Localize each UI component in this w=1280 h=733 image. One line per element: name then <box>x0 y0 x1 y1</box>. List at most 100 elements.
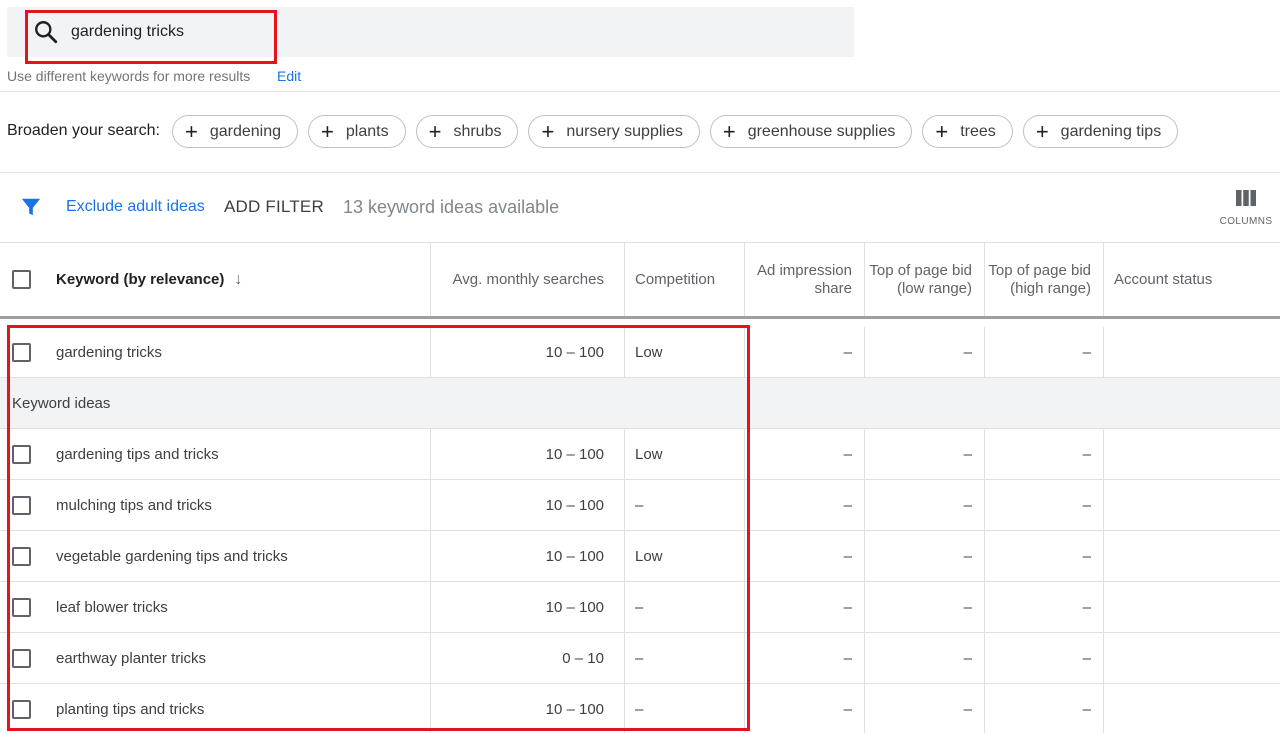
avg-searches-cell: 10 – 100 <box>431 582 625 632</box>
row-checkbox[interactable] <box>12 444 31 464</box>
columns-label: COLUMNS <box>1219 216 1273 227</box>
header-account-status[interactable]: Account status <box>1104 243 1280 316</box>
ad-share-cell: – <box>745 582 865 632</box>
bid-high-cell: – <box>985 327 1104 377</box>
plus-icon: + <box>722 118 736 144</box>
chip-plants[interactable]: + plants <box>308 115 406 148</box>
bid-low-cell: – <box>865 327 985 377</box>
ad-share-cell: – <box>745 531 865 581</box>
avg-searches-cell: 10 – 100 <box>431 327 625 377</box>
account-status-cell <box>1104 633 1280 683</box>
competition-cell: – <box>625 582 745 632</box>
chip-label: greenhouse supplies <box>747 122 896 140</box>
competition-cell: Low <box>625 429 745 479</box>
account-status-cell <box>1104 480 1280 530</box>
keyword-text: mulching tips and tricks <box>56 496 212 514</box>
plus-icon: + <box>1035 118 1049 144</box>
bid-low-cell: – <box>865 429 985 479</box>
divider <box>0 91 1280 92</box>
bid-high-cell: – <box>985 633 1104 683</box>
avg-searches-cell: 0 – 10 <box>431 633 625 683</box>
plus-icon: + <box>428 118 442 144</box>
bid-high-cell: – <box>985 531 1104 581</box>
bid-low-cell: – <box>865 633 985 683</box>
edit-link[interactable]: Edit <box>277 68 301 84</box>
account-status-cell <box>1104 684 1280 733</box>
header-ad-impression-share[interactable]: Ad impression share <box>745 243 865 316</box>
plus-icon: + <box>321 118 334 144</box>
chip-gardening-tips[interactable]: + gardening tips <box>1022 115 1179 148</box>
keyword-cell: leaf blower tricks <box>0 582 431 632</box>
ad-share-cell: – <box>745 480 865 530</box>
sort-arrow-icon: ↓ <box>234 270 243 288</box>
bid-high-cell: – <box>985 480 1104 530</box>
add-filter-button[interactable]: ADD FILTER <box>224 197 324 217</box>
keyword-text: vegetable gardening tips and tricks <box>56 547 288 565</box>
bid-low-cell: – <box>865 684 985 733</box>
competition-cell: Low <box>625 327 745 377</box>
table-row[interactable]: gardening tips and tricks 10 – 100 Low –… <box>0 429 1280 480</box>
table-row[interactable]: planting tips and tricks 10 – 100 – – – … <box>0 684 1280 733</box>
header-keyword[interactable]: Keyword (by relevance) ↓ <box>0 243 431 316</box>
header-bid-high[interactable]: Top of page bid (high range) <box>985 243 1104 316</box>
keyword-text: gardening tricks <box>56 343 162 361</box>
keyword-cell: vegetable gardening tips and tricks <box>0 531 431 581</box>
keyword-cell: earthway planter tricks <box>0 633 431 683</box>
columns-icon <box>1236 190 1256 206</box>
row-checkbox[interactable] <box>12 546 31 566</box>
keyword-cell: gardening tips and tricks <box>0 429 431 479</box>
account-status-cell <box>1104 531 1280 581</box>
header-bid-low[interactable]: Top of page bid (low range) <box>865 243 985 316</box>
chip-shrubs[interactable]: + shrubs <box>415 115 519 148</box>
header-competition[interactable]: Competition <box>625 243 745 316</box>
ideas-count: 13 keyword ideas available <box>343 197 560 217</box>
keyword-text: gardening tips and tricks <box>56 445 219 463</box>
bid-high-cell: – <box>985 684 1104 733</box>
table-row[interactable]: mulching tips and tricks 10 – 100 – – – … <box>0 480 1280 531</box>
search-highlight-box <box>25 10 277 64</box>
row-checkbox[interactable] <box>12 699 31 719</box>
table-row[interactable]: earthway planter tricks 0 – 10 – – – – <box>0 633 1280 684</box>
keyword-text: earthway planter tricks <box>56 649 207 667</box>
chip-trees[interactable]: + trees <box>922 115 1013 148</box>
chip-gardening[interactable]: + gardening <box>172 115 299 148</box>
row-checkbox[interactable] <box>12 597 31 617</box>
avg-searches-cell: 10 – 100 <box>431 480 625 530</box>
chip-greenhouse-supplies[interactable]: + greenhouse supplies <box>709 115 913 148</box>
account-status-cell <box>1104 582 1280 632</box>
row-checkbox[interactable] <box>12 648 31 668</box>
table-header: Keyword (by relevance) ↓ Avg. monthly se… <box>0 243 1280 319</box>
keyword-text: planting tips and tricks <box>56 700 205 718</box>
exclude-adult-ideas-filter[interactable]: Exclude adult ideas <box>66 198 205 216</box>
competition-cell: – <box>625 684 745 733</box>
group-header-keyword-ideas: Keyword ideas <box>0 378 1280 429</box>
avg-searches-cell: 10 – 100 <box>431 531 625 581</box>
select-all-checkbox[interactable] <box>12 270 31 289</box>
header-spacer <box>0 319 1280 327</box>
bid-low-cell: – <box>865 531 985 581</box>
broaden-label: Broaden your search: <box>7 122 160 139</box>
columns-button[interactable]: COLUMNS <box>1216 186 1276 234</box>
table-row[interactable]: vegetable gardening tips and tricks 10 –… <box>0 531 1280 582</box>
avg-searches-cell: 10 – 100 <box>431 684 625 733</box>
ad-share-cell: – <box>745 429 865 479</box>
table-row[interactable]: leaf blower tricks 10 – 100 – – – – <box>0 582 1280 633</box>
keyword-cell: planting tips and tricks <box>0 684 431 733</box>
filter-icon[interactable] <box>20 196 42 218</box>
competition-cell: Low <box>625 531 745 581</box>
header-keyword-label: Keyword (by relevance) <box>56 270 225 288</box>
ad-share-cell: – <box>745 327 865 377</box>
avg-searches-cell: 10 – 100 <box>431 429 625 479</box>
keyword-cell: gardening tricks <box>0 327 431 377</box>
table-row[interactable]: gardening tricks 10 – 100 Low – – – <box>0 327 1280 378</box>
search-hint: Use different keywords for more results <box>7 68 251 84</box>
chip-label: gardening <box>209 122 282 140</box>
row-checkbox[interactable] <box>12 342 31 362</box>
row-checkbox[interactable] <box>12 495 31 515</box>
competition-cell: – <box>625 633 745 683</box>
chip-nursery-supplies[interactable]: + nursery supplies <box>528 115 700 148</box>
chip-label: plants <box>345 122 389 140</box>
ad-share-cell: – <box>745 684 865 733</box>
chip-label: trees <box>960 122 996 140</box>
header-avg-monthly-searches[interactable]: Avg. monthly searches <box>431 243 625 316</box>
